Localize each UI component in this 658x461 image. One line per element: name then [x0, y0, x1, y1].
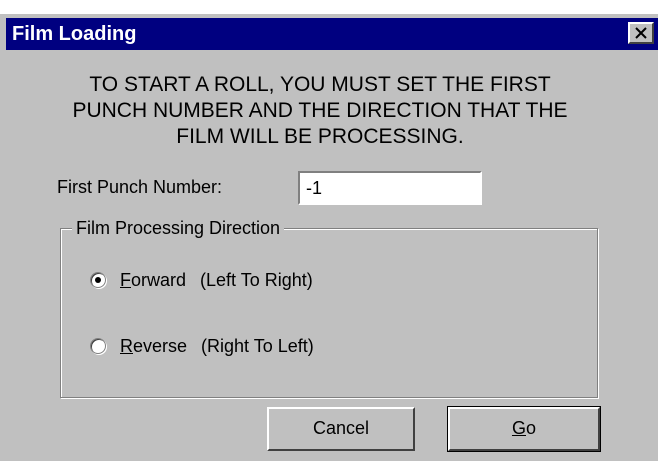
radio-forward[interactable]: Forward (Left To Right)	[90, 269, 313, 291]
mnemonic-reverse: R	[120, 336, 133, 356]
film-loading-dialog: Film Loading TO START A ROLL, YOU MUST S…	[0, 14, 658, 461]
close-icon	[635, 27, 647, 39]
direction-group-legend: Film Processing Direction	[72, 217, 285, 239]
go-button[interactable]: Go	[447, 406, 601, 452]
radio-forward-hint: (Left To Right)	[200, 270, 313, 290]
message-line: PUNCH NUMBER AND THE DIRECTION THAT THE	[72, 99, 568, 122]
reverse-label-rest: everse	[133, 336, 188, 356]
radio-reverse-hint: (Right To Left)	[201, 336, 314, 356]
title-bar[interactable]: Film Loading	[6, 18, 658, 50]
radio-reverse[interactable]: Reverse (Right To Left)	[90, 335, 314, 357]
cancel-button[interactable]: Cancel	[267, 407, 415, 451]
forward-label-rest: orward	[131, 270, 187, 290]
instruction-message: TO START A ROLL, YOU MUST SET THE FIRST …	[20, 72, 620, 150]
message-line: FILM WILL BE PROCESSING.	[176, 125, 464, 148]
first-punch-label: First Punch Number:	[57, 177, 223, 197]
first-punch-input[interactable]	[298, 171, 482, 205]
close-button[interactable]	[628, 22, 654, 44]
radio-reverse-label: Reverse	[120, 335, 187, 357]
radio-button-unchecked[interactable]	[90, 338, 106, 354]
mnemonic-go: G	[511, 418, 526, 438]
go-label-rest: o	[526, 418, 537, 438]
message-line: TO START A ROLL, YOU MUST SET THE FIRST	[89, 73, 551, 96]
direction-groupbox	[60, 228, 598, 398]
radio-button-checked[interactable]	[90, 272, 106, 288]
dialog-title: Film Loading	[12, 23, 137, 45]
radio-forward-label: Forward	[120, 269, 186, 291]
mnemonic-forward: F	[120, 270, 131, 290]
